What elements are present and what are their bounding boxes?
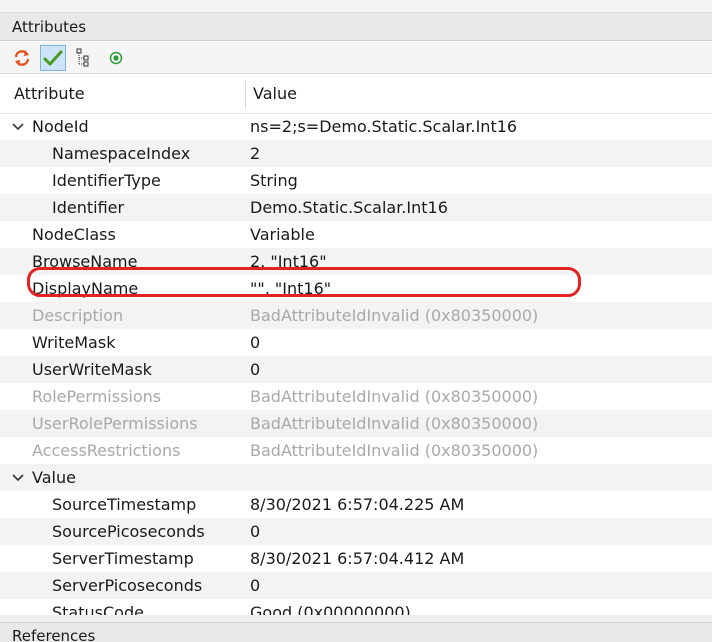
attributes-panel-header: Attributes — [0, 13, 712, 41]
table-row[interactable]: StatusCode Good (0x00000000) — [0, 599, 712, 615]
attribute-name: StatusCode — [52, 603, 144, 615]
attributes-grid: Attribute Value NodeId ns=2;s=Demo.Stati… — [0, 75, 712, 615]
attribute-value: 0 — [250, 576, 261, 595]
table-row[interactable]: Description BadAttributeIdInvalid (0x803… — [0, 302, 712, 329]
attribute-name: IdentifierType — [52, 171, 161, 190]
attribute-name: UserWriteMask — [32, 360, 152, 379]
attribute-value: ns=2;s=Demo.Static.Scalar.Int16 — [250, 117, 518, 136]
table-row[interactable]: ServerPicoseconds 0 — [0, 572, 712, 599]
table-row[interactable]: Identifier Demo.Static.Scalar.Int16 — [0, 194, 712, 221]
attribute-name: SourceTimestamp — [52, 495, 197, 514]
attribute-value: "", "Int16" — [250, 279, 332, 298]
table-row[interactable]: WriteMask 0 — [0, 329, 712, 356]
attribute-name: ServerPicoseconds — [52, 576, 203, 595]
attribute-value: 2, "Int16" — [250, 252, 327, 271]
attribute-value: 0 — [250, 360, 261, 379]
record-icon — [109, 51, 123, 65]
table-row[interactable]: UserRolePermissions BadAttributeIdInvali… — [0, 410, 712, 437]
attribute-value: 8/30/2021 6:57:04.412 AM — [250, 549, 465, 568]
window-top-border — [0, 0, 712, 13]
references-panel-header: References — [0, 622, 712, 642]
table-row[interactable]: ServerTimestamp 8/30/2021 6:57:04.412 AM — [0, 545, 712, 572]
attribute-value: BadAttributeIdInvalid (0x80350000) — [250, 387, 539, 406]
table-row[interactable]: Value — [0, 464, 712, 491]
table-row[interactable]: RolePermissions BadAttributeIdInvalid (0… — [0, 383, 712, 410]
attribute-name: AccessRestrictions — [32, 441, 181, 460]
table-row[interactable]: UserWriteMask 0 — [0, 356, 712, 383]
attribute-name: WriteMask — [32, 333, 116, 352]
attribute-value: 0 — [250, 522, 261, 541]
attribute-value: String — [250, 171, 298, 190]
attribute-value: Demo.Static.Scalar.Int16 — [250, 198, 448, 217]
record-button[interactable] — [103, 45, 129, 71]
attribute-name: Description — [32, 306, 124, 325]
chevron-down-icon[interactable] — [11, 464, 25, 491]
table-row[interactable]: NodeId ns=2;s=Demo.Static.Scalar.Int16 — [0, 113, 712, 140]
references-panel-title: References — [12, 627, 96, 642]
attribute-name: ServerTimestamp — [52, 549, 194, 568]
column-header-attribute[interactable]: Attribute — [14, 75, 85, 113]
attribute-value: Good (0x00000000) — [250, 603, 411, 615]
attribute-value: 2 — [250, 144, 261, 163]
table-row[interactable]: SourcePicoseconds 0 — [0, 518, 712, 545]
table-row[interactable]: NodeClass Variable — [0, 221, 712, 248]
attribute-name: NamespaceIndex — [52, 144, 191, 163]
column-divider[interactable] — [245, 81, 246, 109]
chevron-down-icon[interactable] — [11, 113, 25, 140]
attribute-name: NodeClass — [32, 225, 116, 244]
attribute-rows: NodeId ns=2;s=Demo.Static.Scalar.Int16 N… — [0, 113, 712, 615]
column-header-value[interactable]: Value — [253, 75, 297, 113]
table-row[interactable]: AccessRestrictions BadAttributeIdInvalid… — [0, 437, 712, 464]
attribute-name: Value — [32, 468, 76, 487]
table-row[interactable]: IdentifierType String — [0, 167, 712, 194]
refresh-button[interactable] — [9, 45, 35, 71]
tree-icon — [75, 48, 93, 68]
refresh-icon — [13, 49, 31, 67]
attributes-toolbar — [0, 42, 712, 74]
attribute-name: NodeId — [32, 117, 89, 136]
attribute-value: Variable — [250, 225, 315, 244]
attribute-name: SourcePicoseconds — [52, 522, 205, 541]
table-row[interactable]: DisplayName "", "Int16" — [0, 275, 712, 302]
table-row[interactable]: NamespaceIndex 2 — [0, 140, 712, 167]
table-row[interactable]: BrowseName 2, "Int16" — [0, 248, 712, 275]
attribute-value: BadAttributeIdInvalid (0x80350000) — [250, 441, 539, 460]
attribute-value: 8/30/2021 6:57:04.225 AM — [250, 495, 465, 514]
apply-button[interactable] — [40, 45, 66, 71]
column-header-row: Attribute Value — [0, 75, 712, 114]
attribute-name: Identifier — [52, 198, 125, 217]
attribute-name: RolePermissions — [32, 387, 162, 406]
attribute-name: DisplayName — [32, 279, 139, 298]
attribute-value: BadAttributeIdInvalid (0x80350000) — [250, 414, 539, 433]
attribute-name: UserRolePermissions — [32, 414, 198, 433]
table-row[interactable]: SourceTimestamp 8/30/2021 6:57:04.225 AM — [0, 491, 712, 518]
attribute-value: BadAttributeIdInvalid (0x80350000) — [250, 306, 539, 325]
attribute-name: BrowseName — [32, 252, 138, 271]
checkmark-icon — [43, 49, 63, 67]
attribute-value: 0 — [250, 333, 261, 352]
tree-view-button[interactable] — [71, 45, 97, 71]
panel-title: Attributes — [12, 18, 87, 36]
horizontal-scrollbar[interactable] — [0, 615, 712, 622]
